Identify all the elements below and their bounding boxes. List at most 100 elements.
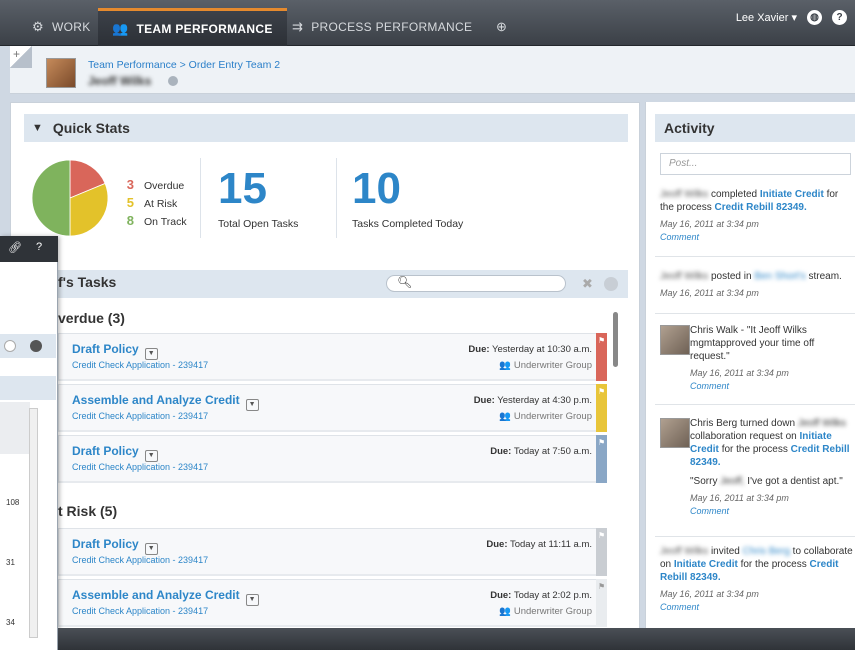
activity-target-link[interactable]: Ben Short's	[754, 271, 805, 282]
activity-target[interactable]: Jeoff Wilks	[798, 418, 846, 429]
task-process-link[interactable]: Credit Check Application - 239417	[72, 606, 208, 616]
activity-item: Chris Berg turned down Jeoff Wilks colla…	[690, 417, 853, 518]
activity-actor[interactable]: Jeoff Wilks	[660, 546, 708, 557]
task-due: Due: Today at 7:50 a.m.	[490, 446, 592, 457]
comment-link[interactable]: Comment	[660, 231, 853, 244]
activity-task-link[interactable]: Initiate Credit	[760, 189, 824, 200]
due-label: Due:	[468, 344, 490, 355]
collapse-triangle-icon[interactable]: ▼	[32, 122, 43, 134]
quick-stats-header[interactable]: ▼ Quick Stats	[24, 114, 628, 142]
help-icon[interactable]: ?	[36, 241, 42, 253]
activity-text: for the process	[721, 444, 788, 455]
help-icon[interactable]	[30, 340, 42, 352]
group-icon: 👥	[499, 606, 512, 617]
task-due: Due: Yesterday at 10:30 a.m.	[468, 344, 592, 355]
task-card[interactable]: Draft Policy ▼ Credit Check Application -…	[58, 435, 607, 483]
legend-overdue: 3 Overdue	[122, 177, 185, 192]
activity-timestamp: May 16, 2011 at 3:34 pm	[660, 589, 759, 599]
secondary-toolbar	[0, 334, 56, 358]
activity-timestamp: May 16, 2011 at 3:34 pm	[690, 493, 789, 503]
add-page-corner[interactable]: +	[10, 46, 32, 68]
task-card[interactable]: Assemble and Analyze Credit ▼ Credit Chec…	[58, 384, 607, 432]
task-name-link[interactable]: Draft Policy ▼	[72, 444, 158, 462]
task-card[interactable]: Assemble and Analyze Credit ▼ Credit Chec…	[58, 579, 607, 627]
task-card[interactable]: Draft Policy ▼ Credit Check Application -…	[58, 333, 607, 381]
activity-text: stream.	[808, 271, 842, 282]
activity-text: mgmtapproved your time off request."	[690, 338, 815, 362]
activity-actor[interactable]: Jeoff Wilks	[660, 271, 708, 282]
task-process-link[interactable]: Credit Check Application - 239417	[72, 360, 208, 370]
on-track-label: On Track	[144, 216, 187, 228]
comment-link[interactable]: Comment	[690, 380, 853, 393]
secondary-window: 🔗︎ ? 108 31 34	[0, 236, 58, 650]
task-process-link[interactable]: Credit Check Application - 239417	[72, 411, 208, 421]
activity-target-link[interactable]: Chris Berg	[743, 546, 790, 557]
tasks-completed-today-value: 10	[352, 164, 401, 213]
activity-divider	[655, 313, 855, 314]
activity-text: posted in	[710, 271, 752, 282]
task-search-input[interactable]	[386, 275, 566, 292]
tasks-scrollbar[interactable]	[613, 312, 618, 367]
at-risk-count: 5	[126, 195, 134, 210]
activity-process-link[interactable]: Credit Rebill 82349.	[714, 202, 806, 213]
task-menu-dropdown[interactable]: ▼	[144, 543, 158, 555]
group-name: Underwriter Group	[513, 411, 592, 422]
post-input[interactable]: Post...	[660, 153, 851, 175]
activity-divider	[655, 404, 855, 405]
team-icon: 👥	[112, 20, 129, 36]
activity-text: collaboration request on	[690, 431, 797, 442]
tools-icon[interactable]: ✖	[582, 276, 593, 292]
task-name-link[interactable]: Draft Policy ▼	[72, 342, 158, 360]
comment-link[interactable]: Comment	[690, 505, 853, 518]
settings-icon[interactable]	[604, 277, 618, 291]
task-card[interactable]: Draft Policy ▼ Credit Check Application -…	[58, 528, 607, 576]
task-menu-dropdown[interactable]: ▼	[144, 348, 158, 360]
activity-actor[interactable]: Jeoff Wilks	[660, 189, 708, 200]
breadcrumb[interactable]: Team Performance > Order Entry Team 2	[88, 59, 280, 71]
priority-flag: ⚑	[596, 384, 607, 432]
task-name-link[interactable]: Assemble and Analyze Credit ▼	[72, 588, 259, 606]
tab-process-performance[interactable]: ⇉ PROCESS PERFORMANCE	[278, 8, 486, 46]
secondary-selected-row	[0, 402, 30, 454]
tab-work[interactable]: ⚙ WORK	[18, 8, 105, 46]
task-process-link[interactable]: Credit Check Application - 239417	[72, 555, 208, 565]
legend-at-risk: 5 At Risk	[122, 195, 178, 210]
overdue-label: Overdue	[144, 180, 185, 192]
priority-flag: ⚑	[596, 333, 607, 381]
avatar	[46, 58, 76, 88]
task-name-link[interactable]: Draft Policy ▼	[72, 537, 158, 555]
group-icon: 👥	[499, 411, 512, 422]
activity-timestamp: May 16, 2011 at 3:34 pm	[690, 368, 789, 378]
task-menu-dropdown[interactable]: ▼	[144, 450, 158, 462]
activity-item: Jeoff Wilks completed Initiate Credit fo…	[660, 188, 853, 244]
activity-task-link[interactable]: Initiate Credit	[674, 559, 738, 570]
search-icon: 🔍︎	[397, 275, 413, 289]
task-group: 👥 Underwriter Group	[499, 360, 592, 371]
clear-icon[interactable]	[4, 340, 16, 352]
task-name: Draft Policy	[72, 342, 139, 356]
group-name: Underwriter Group	[513, 360, 592, 371]
activity-actor[interactable]: Chris Berg	[690, 418, 737, 429]
user-name: Lee Xavier	[735, 12, 789, 24]
user-menu[interactable]: Lee Xavier ▾	[736, 11, 797, 24]
globe-icon[interactable]: ◍	[807, 10, 822, 25]
tasks-title: f's Tasks	[58, 274, 117, 290]
secondary-header	[0, 376, 56, 400]
activity-actor[interactable]: Chris Walk - "It Jeoff Wilks	[690, 325, 807, 336]
stats-divider	[336, 158, 337, 238]
help-icon[interactable]: ?	[832, 10, 847, 25]
task-process-link[interactable]: Credit Check Application - 239417	[72, 462, 208, 472]
person-info-icon[interactable]	[168, 76, 178, 86]
due-label: Due:	[473, 395, 495, 406]
link-icon[interactable]: 🔗︎	[8, 241, 22, 254]
add-tab-button[interactable]: ⊕	[482, 8, 521, 46]
comment-link[interactable]: Comment	[660, 601, 853, 614]
activity-timestamp: May 16, 2011 at 3:34 pm	[660, 219, 759, 229]
secondary-scrollbar[interactable]	[29, 408, 38, 638]
tab-team-performance[interactable]: 👥 TEAM PERFORMANCE	[98, 8, 287, 46]
task-name-link[interactable]: Assemble and Analyze Credit ▼	[72, 393, 259, 411]
priority-flag: ⚑	[596, 579, 607, 627]
add-tab-icon: ⊕	[496, 19, 508, 34]
task-menu-dropdown[interactable]: ▼	[245, 594, 259, 606]
task-menu-dropdown[interactable]: ▼	[245, 399, 259, 411]
